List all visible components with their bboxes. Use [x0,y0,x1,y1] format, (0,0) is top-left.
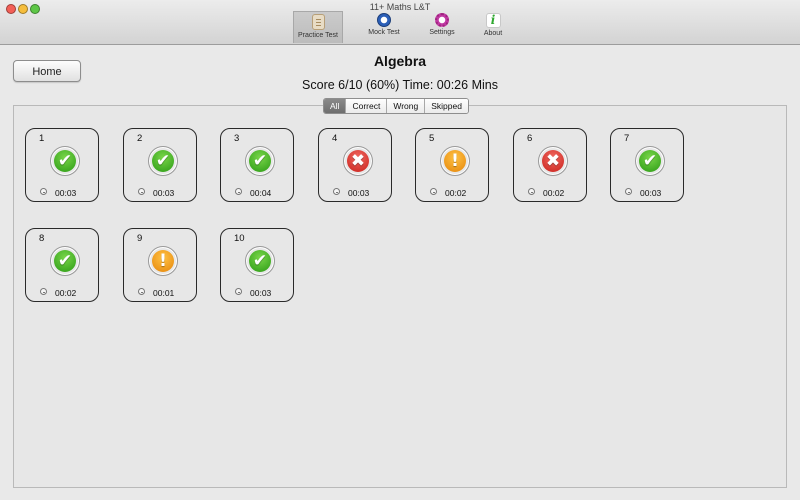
question-tile[interactable]: 3 ✔ 00:04 [220,128,294,202]
question-tile[interactable]: 8 ✔ 00:02 [25,228,99,302]
question-tile[interactable]: 4 ✖ 00:03 [318,128,392,202]
mock-test-icon [377,13,391,27]
wrong-status-icon: ✖ [343,146,373,176]
clock-icon [528,188,535,195]
clock-icon [333,188,340,195]
question-time: 00:02 [543,188,565,198]
question-tile[interactable]: 7 ✔ 00:03 [610,128,684,202]
question-number: 4 [332,133,338,144]
filter-skipped[interactable]: Skipped [424,99,468,113]
question-number: 2 [137,133,143,144]
question-number: 7 [624,133,630,144]
wrong-status-icon: ✖ [538,146,568,176]
clock-icon [235,288,242,295]
question-number: 5 [429,133,435,144]
toolbar-label: About [483,30,503,37]
clock-icon [625,188,632,195]
toolbar-practice-test[interactable]: Practice Test [293,11,343,43]
toolbar-label: Settings [429,29,455,36]
correct-status-icon: ✔ [245,146,275,176]
skipped-status-icon: ! [440,146,470,176]
question-time: 00:04 [250,188,272,198]
question-time: 00:03 [640,188,662,198]
question-time: 00:03 [153,188,175,198]
filter-correct[interactable]: Correct [345,99,387,113]
practice-test-icon [311,14,325,30]
question-time: 00:01 [153,288,175,298]
toolbar-about[interactable]: i About [468,11,518,43]
question-time: 00:02 [445,188,467,198]
correct-status-icon: ✔ [148,146,178,176]
toolbar-settings[interactable]: Settings [417,11,467,43]
question-number: 10 [234,233,245,244]
question-time: 00:03 [348,188,370,198]
question-time: 00:03 [250,288,272,298]
question-number: 1 [39,133,45,144]
page-title: Algebra [373,53,427,69]
filter-wrong[interactable]: Wrong [386,99,425,113]
question-time: 00:02 [55,288,77,298]
question-tile[interactable]: 6 ✖ 00:02 [513,128,587,202]
settings-icon [435,13,449,27]
about-icon: i [485,13,501,28]
clock-icon [40,188,47,195]
question-tile[interactable]: 5! 00:02 [415,128,489,202]
question-number: 6 [527,133,533,144]
clock-icon [40,288,47,295]
window-toolbar: 11+ Maths L&T Practice Test Mock Test Se… [0,0,800,45]
toolbar-mock-test[interactable]: Mock Test [359,11,409,43]
question-tile[interactable]: 2 ✔ 00:03 [123,128,197,202]
correct-status-icon: ✔ [50,246,80,276]
question-tile[interactable]: 9! 00:01 [123,228,197,302]
clock-icon [235,188,242,195]
clock-icon [430,188,437,195]
toolbar-label: Practice Test [298,32,338,39]
correct-status-icon: ✔ [635,146,665,176]
toolbar-label: Mock Test [368,29,400,36]
question-tile[interactable]: 10 ✔ 00:03 [220,228,294,302]
filter-all[interactable]: All [324,99,346,113]
filter-segmented-control: All Correct Wrong Skipped [323,98,469,114]
question-number: 8 [39,233,45,244]
question-number: 9 [137,233,143,244]
clock-icon [138,288,145,295]
skipped-status-icon: ! [148,246,178,276]
question-number: 3 [234,133,240,144]
question-time: 00:03 [55,188,77,198]
correct-status-icon: ✔ [50,146,80,176]
correct-status-icon: ✔ [245,246,275,276]
score-summary: Score 6/10 (60%) Time: 00:26 Mins [302,78,498,92]
question-tile[interactable]: 1 ✔ 00:03 [25,128,99,202]
clock-icon [138,188,145,195]
